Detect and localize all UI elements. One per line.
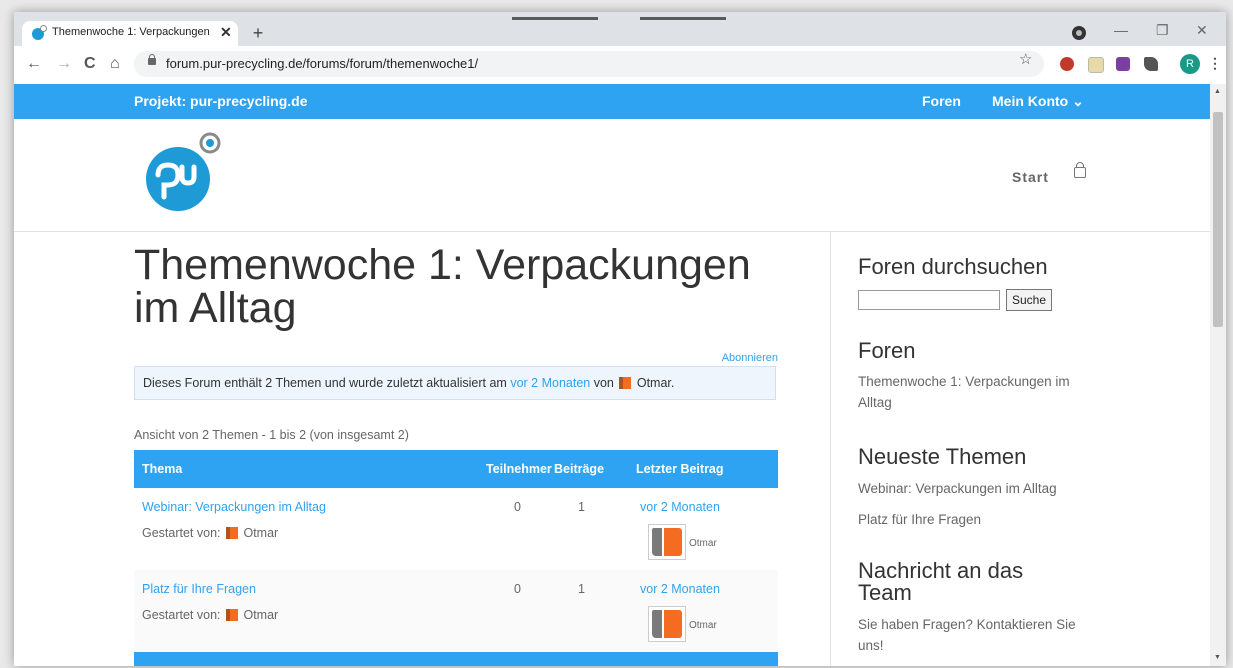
table-row: Webinar: Verpackungen im Alltag Gestarte… [134,488,778,571]
forum-info-notice: Dieses Forum enthält 2 Themen und wurde … [134,366,776,400]
subscribe-link[interactable]: Abonnieren [714,352,778,364]
ublock-extension-icon[interactable] [1060,57,1074,71]
pagination-info: Ansicht von 2 Themen - 1 bis 2 (von insg… [134,428,409,442]
user-avatar-icon [619,377,632,389]
posts-count: 1 [578,582,585,596]
topic-started-by: Gestartet von: Otmar [142,526,278,540]
site-header: Start [14,119,1210,232]
pur-logo[interactable] [142,131,222,211]
table-row: Platz für Ihre Fragen Gestartet von: Otm… [134,570,778,653]
table-header: Thema Teilnehmer Beiträge Letzter Beitra… [134,450,778,488]
top-bar: Projekt: pur-precycling.de Foren Mein Ko… [14,84,1210,119]
login-lock-icon[interactable] [1074,162,1086,178]
nav-account-menu[interactable]: Mein Konto ⌄ [992,93,1084,110]
user-avatar-icon [226,527,238,539]
home-icon[interactable]: ⌂ [110,55,120,73]
close-window-icon[interactable]: ✕ [1196,22,1208,39]
lock-icon [148,54,156,65]
close-tab-icon[interactable]: ✕ [220,24,232,41]
notes-extension-icon[interactable] [1088,57,1104,73]
notice-text: Dieses Forum enthält 2 Themen und wurde … [143,376,507,390]
participants-count: 0 [514,500,521,514]
project-link[interactable]: Projekt: pur-precycling.de [134,93,307,109]
address-bar[interactable]: forum.pur-precycling.de/forums/forum/the… [134,51,1044,77]
last-post-user[interactable]: Otmar [689,620,717,631]
header-last-post: Letzter Beitrag [636,462,724,476]
web-page: Projekt: pur-precycling.de Foren Mein Ko… [14,84,1210,666]
participants-count: 0 [514,582,521,596]
nav-forums-link[interactable]: Foren [922,93,961,109]
sidebar-search-heading: Foren durchsuchen [858,254,1048,279]
sidebar-contact-heading: Nachricht an das Team [858,558,1024,605]
posts-count: 1 [578,500,585,514]
notice-user[interactable]: Otmar. [637,376,675,390]
notice-von: von [593,376,614,390]
new-tab-button[interactable]: + [248,24,268,44]
started-by-label: Gestartet von: [142,526,221,540]
sidebar-divider [830,232,831,666]
table-footer [134,652,778,666]
sidebar-contact-link[interactable]: Sie haben Fragen? Kontaktieren Sie uns! [858,614,1078,656]
forum-search-input[interactable] [858,290,1000,310]
tab-title: Themenwoche 1: Verpackungen i [52,26,210,38]
page-title: Themenwoche 1: Verpackungen im Alltag [134,241,751,332]
forward-icon[interactable]: → [56,55,72,73]
sidebar-forum-link[interactable]: Themenwoche 1: Verpackungen im Alltag [858,371,1078,413]
url-text: forum.pur-precycling.de/forums/forum/the… [166,56,479,71]
header-participants: Teilnehmer [486,462,552,476]
search-button[interactable]: Suche [1006,289,1052,311]
sidebar-forums-heading: Foren [858,338,916,363]
media-indicator-icon[interactable] [1072,26,1086,40]
tab-strip: Themenwoche 1: Verpackungen i ✕ + — ❐ ✕ [14,12,1226,46]
sidebar-latest-heading: Neueste Themen [858,444,1027,469]
header-topic: Thema [142,462,183,476]
minimize-icon[interactable]: — [1114,22,1128,38]
reload-icon[interactable]: C [84,55,96,73]
started-by-label: Gestartet von: [142,608,221,622]
divider [640,17,726,20]
bookmark-star-icon[interactable]: ☆ [1019,50,1032,68]
topic-link[interactable]: Platz für Ihre Fragen [142,582,256,596]
user-avatar-icon [226,609,238,621]
notice-date-link[interactable]: vor 2 Monaten [510,376,590,390]
favicon-icon [32,25,47,40]
topic-link[interactable]: Webinar: Verpackungen im Alltag [142,500,326,514]
browser-window: Themenwoche 1: Verpackungen i ✕ + — ❐ ✕ … [14,12,1226,666]
page-scrollbar[interactable]: ▲ ▼ [1210,84,1226,666]
avatar[interactable] [648,524,686,560]
extensions-puzzle-icon[interactable] [1144,57,1158,71]
topics-table: Thema Teilnehmer Beiträge Letzter Beitra… [134,450,778,666]
last-post-link[interactable]: vor 2 Monaten [640,582,720,596]
onenote-extension-icon[interactable] [1116,57,1130,71]
last-post-user[interactable]: Otmar [689,538,717,549]
maximize-icon[interactable]: ❐ [1156,22,1169,39]
nav-start-link[interactable]: Start [1012,169,1049,185]
browser-menu-icon[interactable]: ⋮ [1208,55,1222,72]
browser-tab[interactable]: Themenwoche 1: Verpackungen i ✕ [22,21,238,46]
browser-toolbar: ← → C ⌂ forum.pur-precycling.de/forums/f… [14,46,1226,85]
back-icon[interactable]: ← [26,55,42,73]
sidebar-latest-topic[interactable]: Webinar: Verpackungen im Alltag [858,478,1057,499]
topic-author[interactable]: Otmar [243,526,278,540]
profile-avatar[interactable]: R [1180,54,1200,74]
sidebar-latest-topic[interactable]: Platz für Ihre Fragen [858,509,981,530]
header-posts: Beiträge [554,462,605,476]
topic-author[interactable]: Otmar [243,608,278,622]
scroll-down-icon[interactable]: ▼ [1214,654,1221,661]
topic-started-by: Gestartet von: Otmar [142,608,278,622]
last-post-link[interactable]: vor 2 Monaten [640,500,720,514]
scrollbar-thumb[interactable] [1213,112,1223,327]
scroll-up-icon[interactable]: ▲ [1214,88,1221,95]
avatar[interactable] [648,606,686,642]
divider [512,17,598,20]
